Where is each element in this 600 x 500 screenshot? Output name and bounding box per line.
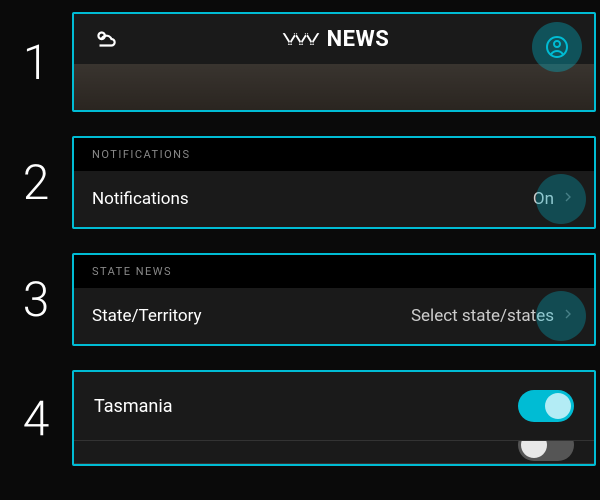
state-toggle-row-partial xyxy=(74,441,594,464)
profile-button[interactable] xyxy=(532,22,582,72)
toggle-knob xyxy=(545,393,571,419)
state-toggle-panel: Tasmania xyxy=(72,370,596,466)
state-territory-value: Select state/states xyxy=(411,306,554,326)
state-news-panel: STATE NEWS State/Territory Select state/… xyxy=(72,253,596,346)
notifications-panel: NOTIFICATIONS Notifications On xyxy=(72,136,596,229)
state-toggle-row-tasmania: Tasmania xyxy=(74,372,594,441)
step-number-2: 2 xyxy=(0,154,72,211)
weather-icon[interactable] xyxy=(92,25,120,53)
state-territory-row[interactable]: State/Territory Select state/states xyxy=(74,288,594,344)
toggle-knob xyxy=(521,441,547,458)
app-header-panel: NEWS xyxy=(72,12,596,112)
notifications-section-header: NOTIFICATIONS xyxy=(74,138,594,171)
chevron-right-icon xyxy=(560,189,576,209)
notifications-label: Notifications xyxy=(92,189,189,209)
state-news-section-header: STATE NEWS xyxy=(74,255,594,288)
state-toggle-tasmania[interactable] xyxy=(518,390,574,422)
brand-title: NEWS xyxy=(279,27,390,52)
chevron-right-icon xyxy=(560,306,576,326)
step-number-1: 1 xyxy=(0,34,72,91)
state-toggle-label: Tasmania xyxy=(94,396,173,417)
state-territory-label: State/Territory xyxy=(92,306,202,326)
state-toggle[interactable] xyxy=(518,441,574,461)
profile-icon xyxy=(545,35,569,59)
abc-logo-icon xyxy=(279,28,323,50)
step-number-3: 3 xyxy=(0,271,72,328)
step-number-4: 4 xyxy=(0,390,72,447)
notifications-row[interactable]: Notifications On xyxy=(74,171,594,227)
brand-text: NEWS xyxy=(327,27,390,52)
notifications-value: On xyxy=(533,189,554,209)
